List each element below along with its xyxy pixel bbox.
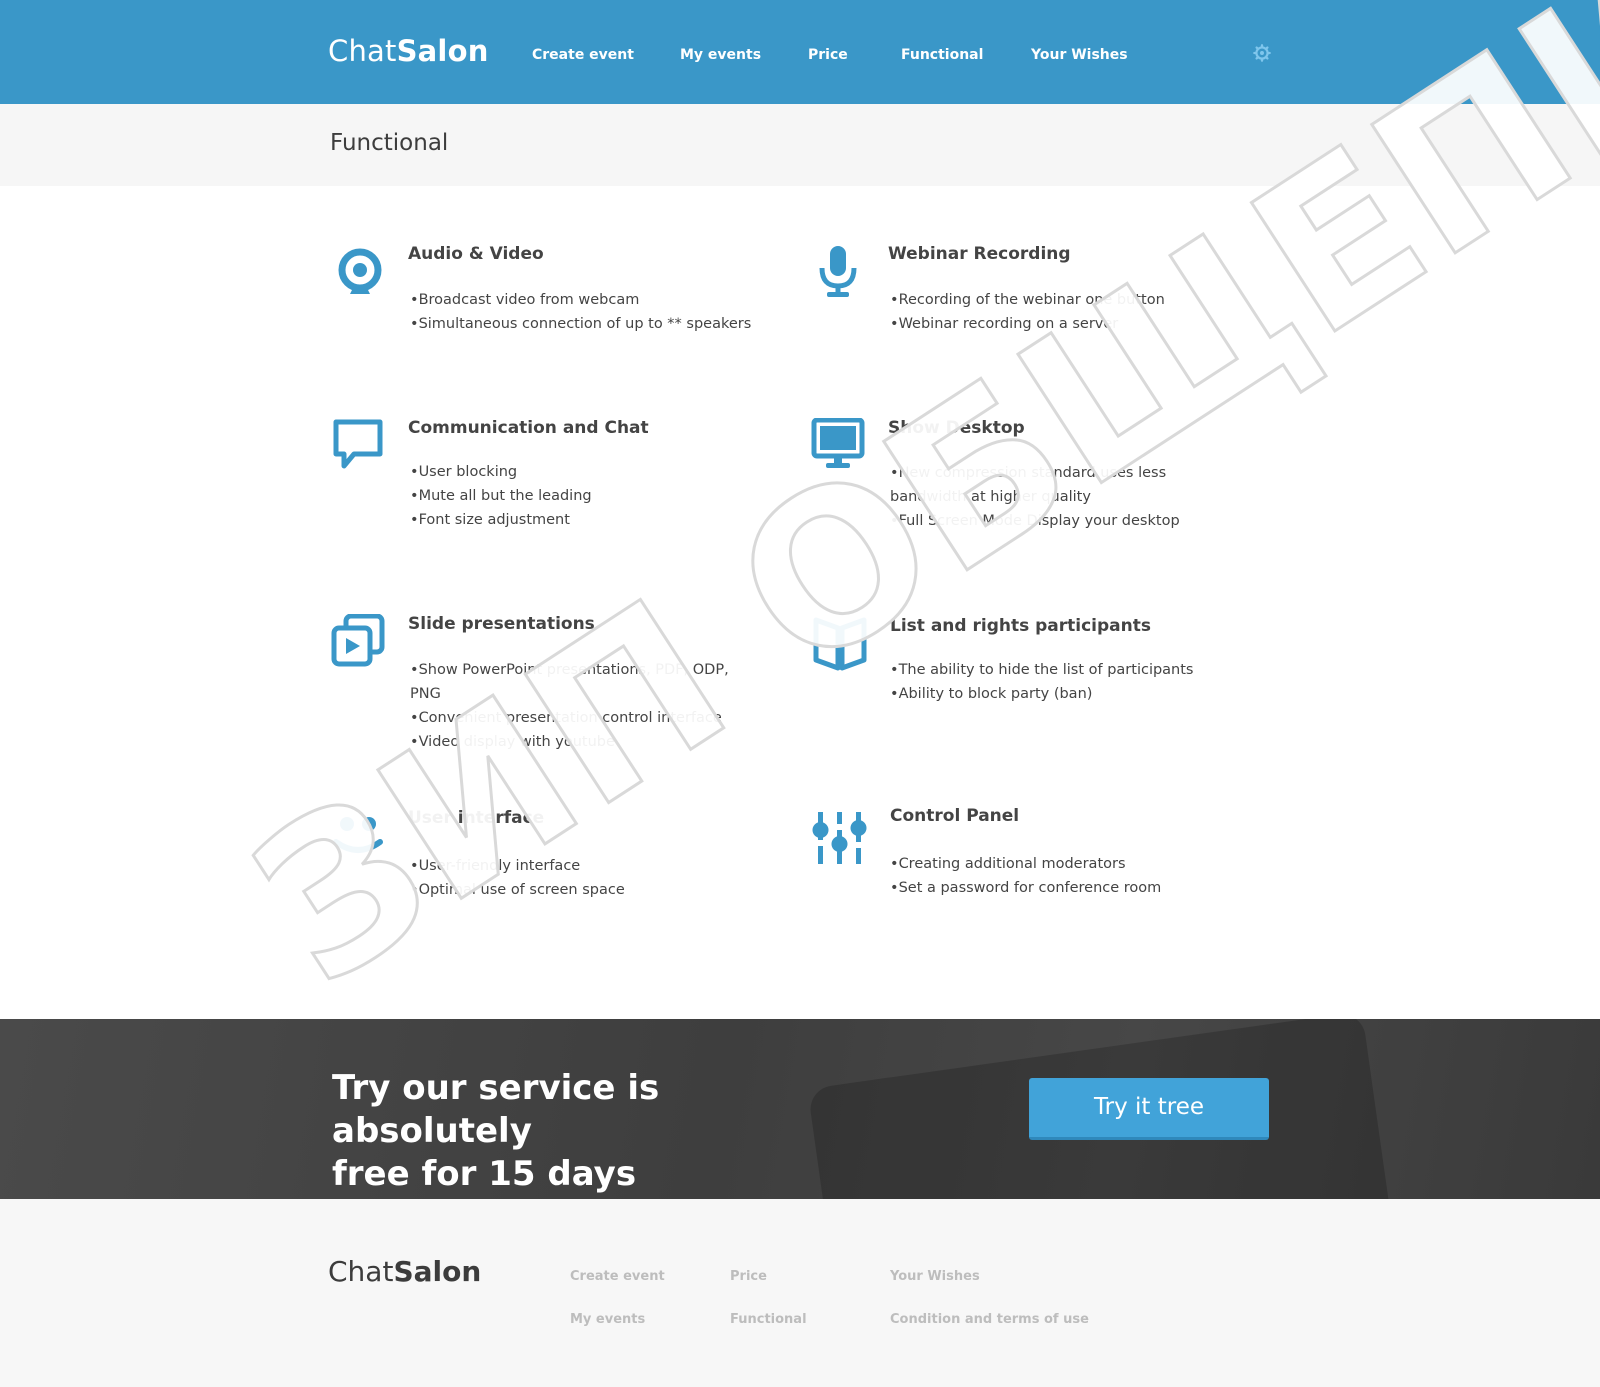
feature-title: Show Desktop	[888, 418, 1025, 438]
list-item: Recording of the webinar one button	[890, 288, 1240, 312]
footer-link-create-event[interactable]: Create event	[570, 1269, 665, 1284]
list-item: Full Screen Mode Display your desktop	[890, 509, 1240, 533]
list-item: Font size adjustment	[410, 508, 760, 532]
open-book-icon	[813, 617, 867, 671]
feature-title: Control Panel	[890, 806, 1020, 826]
feature-title: Audio & Video	[408, 244, 544, 264]
feature-list: User blocking Mute all but the leading F…	[410, 460, 760, 532]
footer-link-price[interactable]: Price	[730, 1269, 767, 1284]
feature-title: List and rights participants	[890, 616, 1152, 636]
brand-light-text: Chat	[328, 34, 397, 68]
site-header: ChatSalon Create event My events Price F…	[0, 0, 1600, 104]
list-item: Set a password for conference room	[890, 876, 1240, 900]
nav-your-wishes[interactable]: Your Wishes	[1031, 47, 1128, 63]
list-item: Simultaneous connection of up to ** spea…	[410, 312, 760, 336]
footer-link-terms[interactable]: Condition and terms of use	[890, 1312, 1089, 1327]
slides-play-icon	[331, 614, 385, 667]
nav-price[interactable]: Price	[808, 47, 848, 63]
list-item: Show PowerPoint presentations, PDF, ODP,…	[410, 658, 760, 706]
nav-functional[interactable]: Functional	[901, 47, 983, 63]
list-item: Mute all but the leading	[410, 484, 760, 508]
list-item: Ability to block party (ban)	[890, 682, 1240, 706]
list-item: New compression standard uses less bandw…	[890, 461, 1240, 509]
feature-title: User interface	[408, 808, 545, 828]
page-title-bar: Functional	[0, 104, 1600, 186]
microphone-icon	[819, 246, 857, 297]
webcam-icon	[338, 248, 382, 294]
gear-icon[interactable]	[1253, 44, 1271, 62]
try-it-button[interactable]: Try it tree	[1029, 1078, 1269, 1140]
footer-link-my-events[interactable]: My events	[570, 1312, 645, 1327]
list-item: Optimal use of screen space	[410, 878, 760, 902]
smiley-icon	[333, 817, 383, 853]
list-item: The ability to hide the list of particip…	[890, 658, 1240, 682]
feature-list: Show PowerPoint presentations, PDF, ODP,…	[410, 658, 760, 754]
list-item: Video display with youtube	[410, 730, 760, 754]
list-item: User blocking	[410, 460, 760, 484]
page-title: Functional	[330, 130, 449, 156]
nav-my-events[interactable]: My events	[680, 47, 761, 63]
feature-title: Communication and Chat	[408, 418, 649, 438]
list-item: Broadcast video from webcam	[410, 288, 760, 312]
list-item: Creating additional moderators	[890, 852, 1240, 876]
monitor-icon	[811, 418, 865, 468]
cta-heading-line2: free for 15 days	[332, 1154, 637, 1194]
feature-list: Creating additional moderators Set a pas…	[890, 852, 1240, 900]
feature-title: Webinar Recording	[888, 244, 1071, 264]
footer-link-functional[interactable]: Functional	[730, 1312, 807, 1327]
feature-list: User-friendly interface Optimal use of s…	[410, 854, 760, 902]
chat-bubble-icon	[333, 419, 383, 469]
cta-heading-line1: Try our service is absolutely	[332, 1068, 660, 1151]
list-item: Webinar recording on a server	[890, 312, 1240, 336]
footer-brand-light-text: Chat	[328, 1255, 394, 1288]
brand-bold-text: Salon	[396, 34, 489, 68]
list-item: User-friendly interface	[410, 854, 760, 878]
footer-link-your-wishes[interactable]: Your Wishes	[890, 1269, 980, 1284]
cta-banner: Try our service is absolutely free for 1…	[0, 1019, 1600, 1199]
site-footer: ChatSalon Create event My events Price F…	[0, 1199, 1600, 1387]
feature-list: Broadcast video from webcam Simultaneous…	[410, 288, 760, 336]
feature-list: New compression standard uses less bandw…	[890, 461, 1240, 533]
feature-list: Recording of the webinar one button Webi…	[890, 288, 1240, 336]
feature-list: The ability to hide the list of particip…	[890, 658, 1240, 706]
brand-logo[interactable]: ChatSalon	[328, 34, 489, 68]
list-item: Convenient presentation control interfac…	[410, 706, 760, 730]
feature-title: Slide presentations	[408, 614, 595, 634]
nav-create-event[interactable]: Create event	[532, 47, 634, 63]
cta-heading: Try our service is absolutely free for 1…	[332, 1067, 852, 1196]
sliders-icon	[812, 812, 867, 864]
footer-brand-logo[interactable]: ChatSalon	[328, 1255, 481, 1288]
footer-brand-bold-text: Salon	[393, 1255, 482, 1288]
